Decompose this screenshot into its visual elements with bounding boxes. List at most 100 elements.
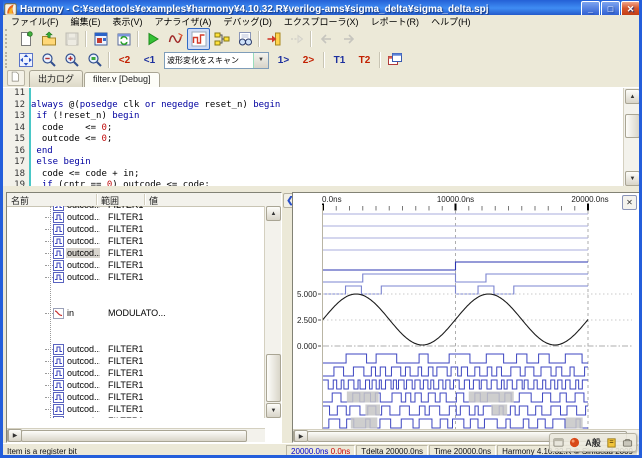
tab-filter-v[interactable]: filter.v [Debug] <box>84 72 160 87</box>
scan-left-1-button[interactable]: <1 <box>137 49 162 71</box>
signal-row[interactable]: outcod...FILTER1 <box>7 247 263 259</box>
goto-source-button[interactable] <box>262 28 285 50</box>
reload-design-button[interactable] <box>112 28 135 50</box>
scroll-down-icon[interactable]: ▼ <box>625 171 639 186</box>
signal-rows[interactable]: outcod...FILTER1outcod...FILTER1outcod..… <box>7 206 263 418</box>
tree-stub <box>45 385 53 386</box>
signal-row[interactable]: outcod...FILTER1 <box>7 391 263 403</box>
signal-row[interactable]: outcod...FILTER1 <box>7 403 263 415</box>
toolbar-grip[interactable] <box>5 52 12 68</box>
signal-name[interactable]: outcod... <box>66 404 100 414</box>
signal-name[interactable]: outcod... <box>66 206 100 210</box>
toolbar-grip[interactable] <box>5 29 12 47</box>
code-editor[interactable]: 111213141516171819 always @(posedge clk … <box>3 87 639 187</box>
zoom-fit-button[interactable] <box>14 49 37 71</box>
list-vscrollbar[interactable]: ▲ ▼ <box>264 206 281 418</box>
cascade-windows-button[interactable] <box>383 49 406 71</box>
menu-item-7[interactable]: ヘルプ(H) <box>425 15 477 28</box>
signal-row[interactable]: outcod...FILTER1 <box>7 367 263 379</box>
signal-row[interactable]: outcod...FILTER1 <box>7 343 263 355</box>
marker-t2-button[interactable]: T2 <box>352 49 377 71</box>
waveform-svg[interactable]: 0.0ns10000.0ns20000.0ns5.0002.5000.000 <box>293 193 640 431</box>
scan-left-2-button[interactable]: <2 <box>112 49 137 71</box>
zoom-out-button[interactable] <box>37 49 60 71</box>
ime-language-bar[interactable]: A般 <box>549 433 637 452</box>
editor-scroll-thumb[interactable] <box>625 114 639 138</box>
scan-mode-select[interactable]: 波形変化をスキャン▼ <box>164 52 269 69</box>
signal-name[interactable]: outcod... <box>66 212 100 222</box>
open-project-button[interactable] <box>37 28 60 50</box>
menu-item-6[interactable]: レポート(R) <box>365 15 426 28</box>
zoom-area-button[interactable] <box>83 49 106 71</box>
signal-name[interactable]: outcod... <box>66 224 100 234</box>
run-simulation-button[interactable] <box>141 28 164 50</box>
signal-name[interactable]: outcod... <box>66 248 100 258</box>
ime-window-icon[interactable] <box>553 437 564 448</box>
signal-name[interactable]: outcod... <box>66 380 100 390</box>
column-divider[interactable] <box>96 194 98 205</box>
signal-name[interactable]: outcod... <box>66 260 100 270</box>
column-divider[interactable] <box>144 194 146 205</box>
scroll-right-icon[interactable]: ▶ <box>8 429 22 442</box>
signal-row[interactable]: outcod...FILTER1 <box>7 223 263 235</box>
signal-name[interactable]: outcod... <box>66 236 100 246</box>
scan-right-2-button[interactable]: 2> <box>296 49 321 71</box>
waveform-panel[interactable]: 0.0ns10000.0ns20000.0ns5.0002.5000.000 ✕… <box>292 192 641 443</box>
list-hscroll-thumb[interactable] <box>21 430 247 442</box>
menu-item-1[interactable]: 編集(E) <box>65 15 107 28</box>
signal-row[interactable]: outcod...FILTER1 <box>7 355 263 367</box>
vertical-splitter[interactable] <box>282 192 292 443</box>
marker-t1-button[interactable]: T1 <box>327 49 352 71</box>
signal-row[interactable]: outcod...FILTER1 <box>7 235 263 247</box>
editor-vscrollbar[interactable]: ▲ ▼ <box>623 88 639 187</box>
analog-analysis-button[interactable] <box>164 28 187 50</box>
main-toolbar <box>3 27 639 51</box>
code-line: always @(posedge clk or negedge reset_n)… <box>31 100 623 112</box>
code-line: if (!reset_n) begin <box>31 111 623 123</box>
waveform-viewer-button[interactable] <box>187 28 210 50</box>
signal-name[interactable]: outcod... <box>66 368 100 378</box>
signal-name[interactable]: outcod... <box>66 272 100 282</box>
menu-item-2[interactable]: 表示(V) <box>107 15 149 28</box>
chevron-down-icon[interactable]: ▼ <box>253 53 268 68</box>
signal-name[interactable]: outcod... <box>66 356 100 366</box>
waveform-plot[interactable]: 0.0ns10000.0ns20000.0ns5.0002.5000.000 <box>293 193 640 431</box>
tab-output-log[interactable]: 出力ログ <box>29 70 83 87</box>
signal-name[interactable]: in <box>66 308 100 318</box>
schematic-viewer-button[interactable] <box>210 28 233 50</box>
scroll-down-icon[interactable]: ▼ <box>266 403 281 418</box>
signal-row[interactable]: outcod...FILTER1 <box>7 379 263 391</box>
zoom-in-button[interactable] <box>60 49 83 71</box>
menu-item-0[interactable]: ファイル(F) <box>5 15 65 28</box>
analog-grid: 5.0002.5000.000 <box>297 290 632 351</box>
netlist-inspect-button[interactable] <box>233 28 256 50</box>
list-scroll-thumb[interactable] <box>266 354 281 402</box>
ime-dictionary-icon[interactable] <box>606 437 617 448</box>
editor-view-button[interactable] <box>89 28 112 50</box>
signal-name[interactable]: outcod... <box>66 416 100 418</box>
digital-signal-icon <box>53 380 64 391</box>
signal-row[interactable]: outcod...FILTER1 <box>7 211 263 223</box>
code-area[interactable]: always @(posedge clk or negedge reset_n)… <box>31 88 623 187</box>
signal-name[interactable]: outcod... <box>66 392 100 402</box>
signal-row[interactable]: outcod...FILTER1 <box>7 259 263 271</box>
list-hscrollbar[interactable]: ◀ ▶ <box>7 428 265 442</box>
menu-item-4[interactable]: デバッグ(D) <box>217 15 278 28</box>
scroll-right-icon[interactable]: ▶ <box>294 430 308 442</box>
new-document-tab-button[interactable] <box>7 70 25 86</box>
signal-row[interactable]: inMODULATO... <box>7 307 263 319</box>
signal-row[interactable]: outcod...FILTER1 <box>7 271 263 283</box>
ime-orb-icon[interactable] <box>569 437 580 448</box>
scroll-up-icon[interactable]: ▲ <box>266 206 281 221</box>
ime-mode-label[interactable]: A般 <box>585 436 601 449</box>
signal-name[interactable]: outcod... <box>66 344 100 354</box>
scroll-up-icon[interactable]: ▲ <box>625 89 639 104</box>
signal-list-header[interactable]: 名前 範囲 値 <box>7 193 281 207</box>
menu-item-3[interactable]: アナライザ(A) <box>149 15 218 28</box>
scan-right-1-button[interactable]: 1> <box>271 49 296 71</box>
waveform-close-icon[interactable]: ✕ <box>622 195 637 210</box>
ime-tools-icon[interactable] <box>622 437 633 448</box>
signal-row[interactable]: outcod...FILTER1 <box>7 415 263 418</box>
new-project-button[interactable] <box>14 28 37 50</box>
menu-item-5[interactable]: エクスプローラ(X) <box>278 15 365 28</box>
